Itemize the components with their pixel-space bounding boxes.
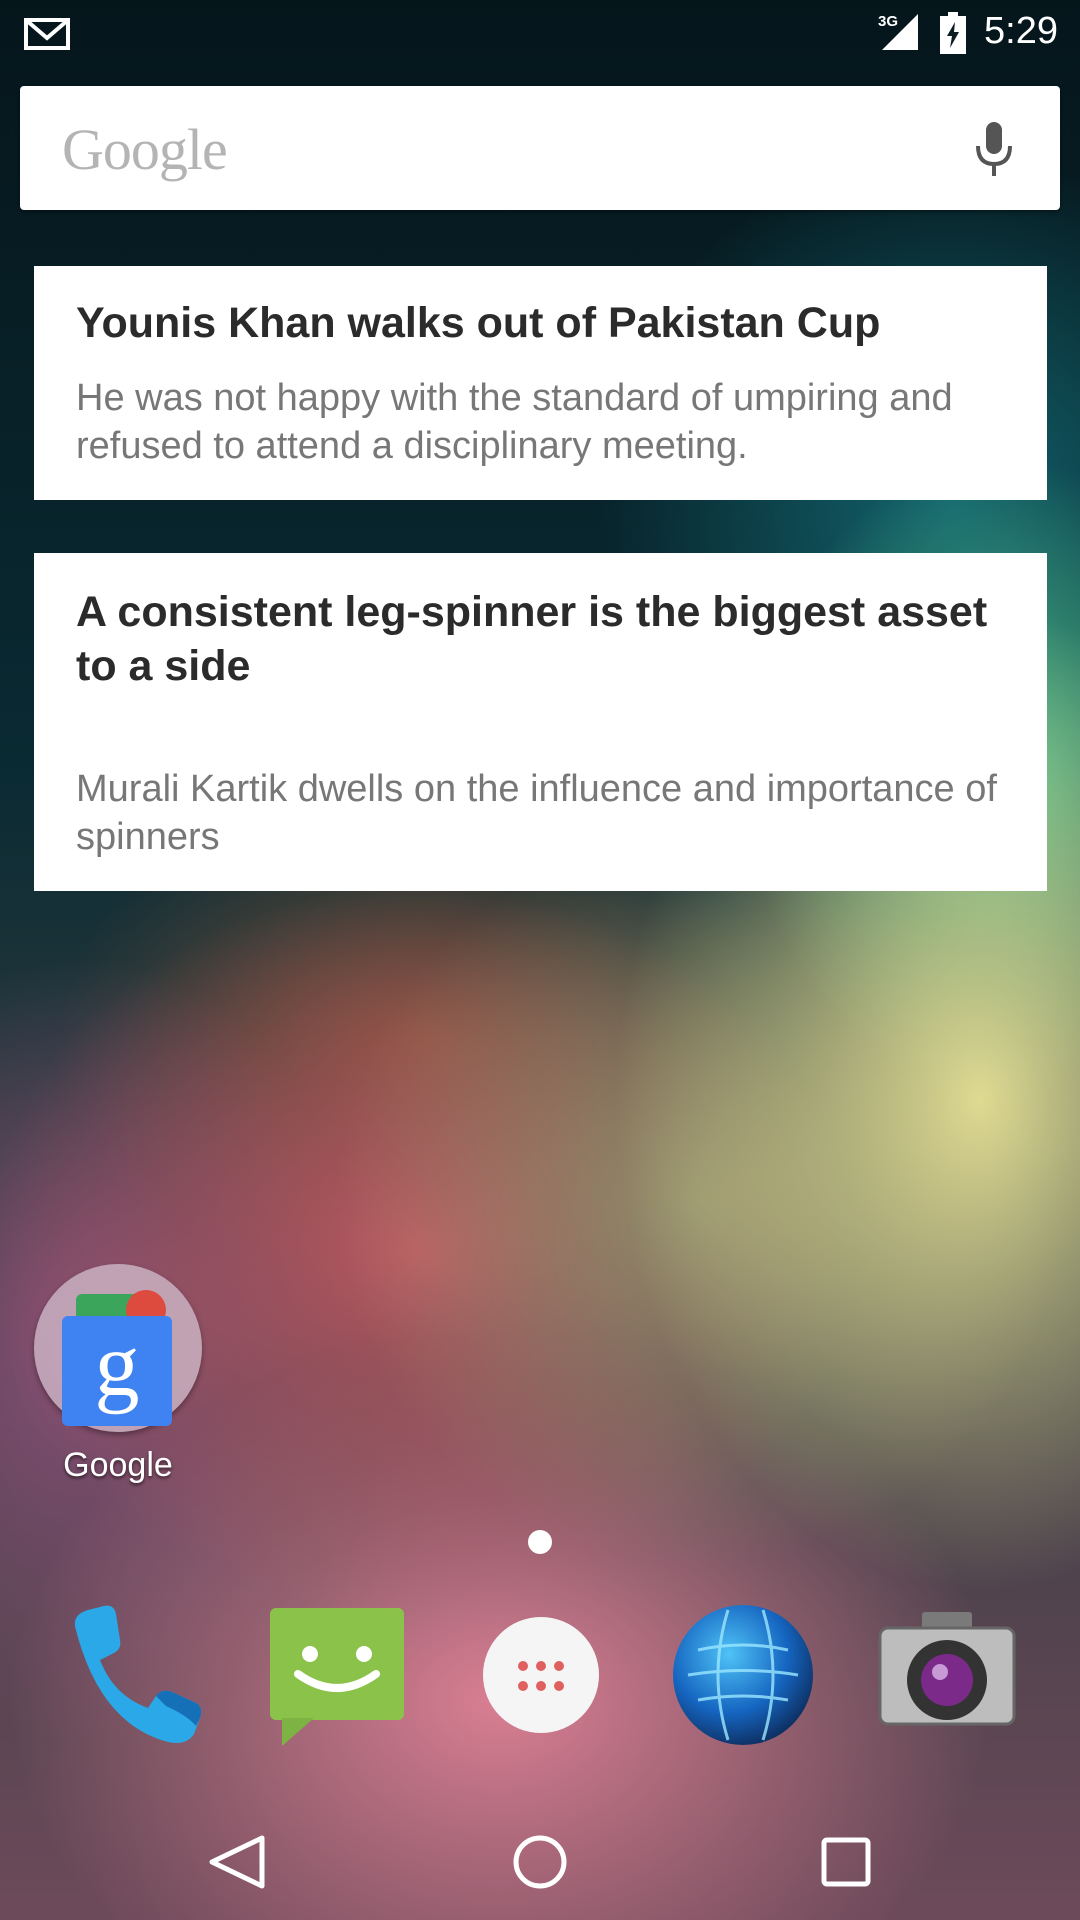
network-type: 3G	[878, 13, 898, 30]
browser-globe-icon[interactable]	[668, 1600, 818, 1750]
news-card-title: Younis Khan walks out of Pakistan Cup	[76, 299, 881, 347]
news-card-summary: Murali Kartik dwells on the influence an…	[76, 768, 997, 858]
back-icon[interactable]	[204, 1832, 270, 1892]
google-logo: Google	[62, 117, 228, 182]
status-bar: 3G 5:29	[0, 0, 1080, 68]
google-folder[interactable]: g	[34, 1264, 202, 1432]
google-app-icon: g	[62, 1316, 172, 1426]
news-card-title: A consistent leg-spinner is the biggest …	[76, 588, 988, 690]
mail-icon	[24, 18, 70, 50]
signal-icon: 3G	[878, 13, 918, 50]
phone-icon[interactable]	[56, 1600, 206, 1750]
news-card-summary: He was not happy with the standard of um…	[76, 377, 953, 467]
camera-icon[interactable]	[872, 1600, 1022, 1750]
search-bar[interactable]: Google	[20, 86, 1060, 210]
messenger-icon[interactable]	[262, 1600, 412, 1750]
news-card[interactable]: Younis Khan walks out of Pakistan Cup He…	[34, 266, 1047, 500]
apps-icon[interactable]	[466, 1600, 616, 1750]
battery-icon	[940, 12, 966, 54]
mic-icon[interactable]	[972, 122, 1016, 178]
navigation-bar	[0, 1800, 1080, 1920]
recents-icon[interactable]	[818, 1834, 874, 1890]
news-card[interactable]: A consistent leg-spinner is the biggest …	[34, 553, 1047, 891]
home-icon[interactable]	[510, 1832, 570, 1892]
folder-label[interactable]: Google	[0, 1446, 236, 1485]
clock: 5:29	[984, 10, 1058, 52]
page-indicator	[528, 1530, 552, 1554]
